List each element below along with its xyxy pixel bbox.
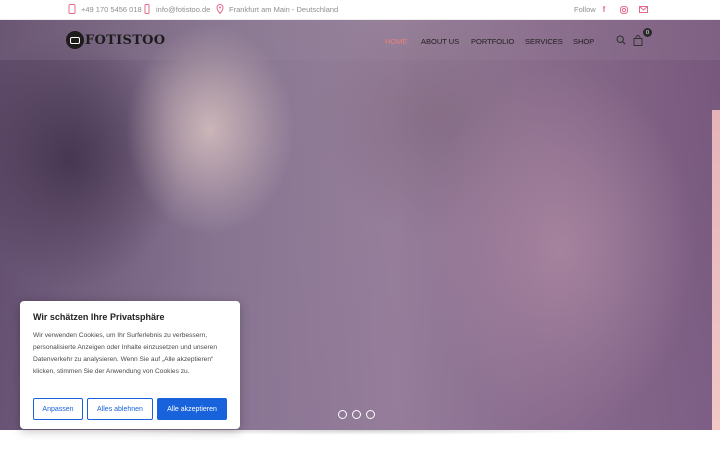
cookie-description: Wir verwenden Cookies, um Ihr Surferlebn…	[33, 332, 218, 375]
location-contact: Frankfurt am Main - Deutschland	[216, 4, 338, 14]
reject-all-button[interactable]: Alles ablehnen	[87, 398, 153, 420]
phone-icon	[68, 4, 76, 14]
cart-count-badge: 0	[643, 28, 652, 37]
logo-icon	[66, 31, 84, 49]
nav-about-us[interactable]: ABOUT US	[421, 37, 459, 46]
nav-home[interactable]: HOME	[385, 37, 408, 46]
nav-shop[interactable]: SHOP	[573, 37, 594, 46]
email-contact[interactable]: info@fotistoo.de	[143, 4, 210, 14]
phone-contact[interactable]: +49 170 5456 018	[68, 4, 142, 14]
nav-portfolio[interactable]: PORTFOLIO	[471, 37, 514, 46]
hero-edge-decoration	[712, 110, 720, 430]
slider-dot-3[interactable]	[366, 410, 375, 419]
hero-bottom-shadow	[90, 430, 630, 440]
accept-all-button[interactable]: Alle akzeptieren	[157, 398, 227, 420]
phone-number: +49 170 5456 018	[81, 4, 142, 14]
facebook-icon[interactable]: f	[599, 4, 609, 15]
map-pin-icon	[216, 4, 224, 14]
cookie-title: Wir schätzen Ihre Privatsphäre	[33, 312, 165, 322]
location-text: Frankfurt am Main - Deutschland	[229, 4, 339, 14]
search-icon[interactable]	[616, 35, 626, 45]
customize-button[interactable]: Anpassen	[33, 398, 83, 420]
site-logo[interactable]: FOTISTOO	[66, 31, 165, 49]
nav-services[interactable]: SERVICES	[525, 37, 563, 46]
mail-icon[interactable]	[638, 4, 648, 15]
mobile-icon	[144, 4, 150, 14]
cookie-consent-dialog: Wir schätzen Ihre Privatsphäre Wir verwe…	[20, 301, 240, 429]
slider-dot-2[interactable]	[352, 410, 361, 419]
cart-icon[interactable]	[633, 35, 643, 46]
follow-label: Follow	[574, 5, 596, 14]
logo-text: FOTISTOO	[85, 32, 166, 48]
slider-pagination	[338, 410, 380, 419]
email-address: info@fotistoo.de	[156, 4, 211, 14]
slider-dot-1[interactable]	[338, 410, 347, 419]
instagram-icon[interactable]	[619, 4, 629, 15]
top-contact-bar: +49 170 5456 018 info@fotistoo.de Frankf…	[0, 0, 720, 20]
